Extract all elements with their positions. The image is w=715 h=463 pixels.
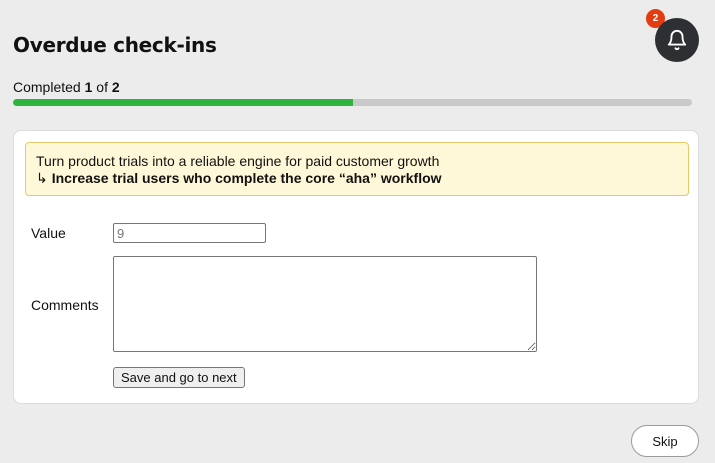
value-input[interactable] <box>113 223 266 243</box>
progress-completed-count: 1 <box>84 79 93 95</box>
save-and-next-button[interactable]: Save and go to next <box>113 367 245 388</box>
objective-box: Turn product trials into a reliable engi… <box>25 142 689 196</box>
notifications-button[interactable] <box>655 18 699 62</box>
progress-bar-fill <box>13 99 353 106</box>
key-result-line: ↳ Increase trial users who complete the c… <box>36 170 678 187</box>
checkin-card: Turn product trials into a reliable engi… <box>13 130 699 404</box>
key-result-title: Increase trial users who complete the co… <box>51 170 442 186</box>
skip-button[interactable]: Skip <box>631 425 699 457</box>
progress-separator: of <box>96 79 108 95</box>
bell-icon <box>667 30 687 51</box>
page-title: Overdue check-ins <box>13 33 217 57</box>
progress-label: Completed 1 of 2 <box>13 79 120 95</box>
progress-label-prefix: Completed <box>13 79 81 95</box>
key-result-arrow-icon: ↳ <box>36 170 48 186</box>
progress-total-count: 2 <box>111 79 120 95</box>
objective-title: Turn product trials into a reliable engi… <box>36 153 440 169</box>
progress-bar <box>13 99 692 106</box>
comments-textarea[interactable] <box>113 256 537 352</box>
value-label: Value <box>31 225 66 241</box>
comments-label: Comments <box>31 297 99 313</box>
